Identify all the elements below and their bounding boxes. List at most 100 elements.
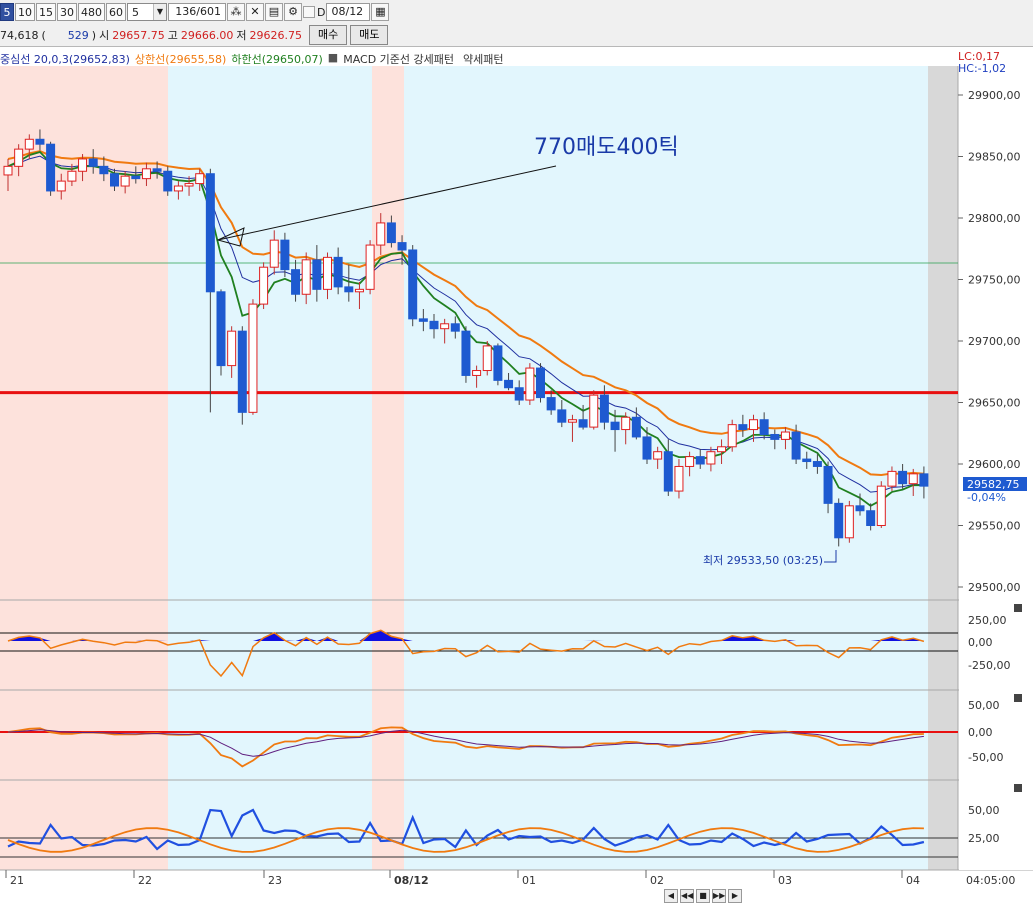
period-button[interactable]: 60 <box>106 3 126 21</box>
price-tick-label: 29550,00 <box>968 520 1021 533</box>
time-tick-label: 04 <box>906 874 920 887</box>
candle-body <box>14 148 24 167</box>
candle-body <box>812 461 822 467</box>
sell-button[interactable]: 매도 <box>350 25 389 45</box>
gear-icon[interactable]: ⚙ <box>284 3 302 21</box>
candle-body <box>216 291 226 367</box>
price-tick-label: 29800,00 <box>968 212 1021 225</box>
period-button[interactable]: 30 <box>57 3 77 21</box>
candle-body <box>163 170 173 192</box>
candle-body <box>301 259 311 295</box>
candle-body <box>674 465 684 492</box>
panel-close-icon <box>1014 694 1022 702</box>
candle-body <box>291 269 301 295</box>
rewind-icon[interactable]: ◀◀ <box>680 889 694 903</box>
time-tick-label: 22 <box>138 874 152 887</box>
candle-body <box>397 242 407 251</box>
candle-body <box>461 330 471 376</box>
buy-button[interactable]: 매수 <box>308 25 348 45</box>
open-value: 29657.75 <box>112 28 165 42</box>
candle-body <box>759 419 769 435</box>
candle-body <box>88 158 98 167</box>
period-buttons: 5 10 15 30 480 60 <box>0 3 126 21</box>
candle-body <box>344 286 354 293</box>
candle-body <box>440 323 450 330</box>
chart-area[interactable]: 29900,00 29850,00 29800,00 29750,00 29700,00… <box>0 47 1033 902</box>
price-tick-label: 29600,00 <box>968 458 1021 471</box>
candle-body <box>323 256 332 290</box>
period-button[interactable]: 480 <box>78 3 105 21</box>
candle-body <box>631 416 641 438</box>
candle-body <box>205 173 215 293</box>
candle-body <box>663 451 673 492</box>
candle-body <box>642 436 652 460</box>
price-prefix: 74,618 <box>0 28 39 42</box>
candle-body <box>727 424 737 448</box>
candle-body <box>173 185 183 192</box>
candle-body <box>887 470 897 487</box>
candle-body <box>237 330 247 413</box>
interval-select[interactable]: 5 ▼ <box>127 3 167 21</box>
candle-body <box>78 158 88 172</box>
current-change-label: -0,04% <box>967 491 1006 504</box>
indicator-legend: 중심선 20,0,3(29652,83) 상한선(29655,58) 하한선(2… <box>0 51 504 67</box>
candle-body <box>152 168 162 172</box>
candle-body <box>365 244 375 290</box>
time-tick-label: 01 <box>522 874 536 887</box>
stop-icon[interactable]: ■ <box>696 889 710 903</box>
candle-body <box>312 259 322 290</box>
period-button[interactable]: 5 <box>0 3 14 21</box>
price-chart[interactable]: 29900,00 29850,00 29800,00 29750,00 29700,00… <box>0 47 1033 902</box>
legend-lower-band: 하한선(29650,07) <box>231 53 323 66</box>
candle-body <box>141 168 151 180</box>
candle-body <box>493 345 503 381</box>
candle-body <box>525 367 535 401</box>
candle-body <box>589 394 599 428</box>
price-tick-label: 29850,00 <box>968 151 1021 164</box>
toolbar-row-top: 5 10 15 30 480 60 5 ▼ 136/601 ⁂ ✕ ▤ ⚙ D 08/12… <box>0 2 390 22</box>
price-tick-label: 29700,00 <box>968 335 1021 348</box>
scroll-left-icon[interactable]: ◀ <box>664 889 678 903</box>
date-checkbox-label: D <box>317 5 326 19</box>
panel1-tick-label: -250,00 <box>968 659 1010 672</box>
date-input[interactable]: 08/12 <box>326 3 371 21</box>
candle-body <box>557 409 567 423</box>
time-tick-label: 02 <box>650 874 664 887</box>
candle-body <box>56 180 66 192</box>
high-label: 고 <box>167 29 178 42</box>
time-tick-label: 04:05:00 <box>966 874 1015 887</box>
crosshair-icon[interactable]: ✕ <box>246 3 264 21</box>
chart-toolbar: 5 10 15 30 480 60 5 ▼ 136/601 ⁂ ✕ ▤ ⚙ D 08/12… <box>0 0 1033 47</box>
chevron-down-icon[interactable]: ▼ <box>153 4 166 20</box>
candle-body <box>653 451 663 460</box>
candle-body <box>610 421 620 431</box>
candle-body <box>195 173 205 185</box>
candle-settings-icon[interactable]: ⁂ <box>227 3 245 21</box>
panel2-tick-label: 0,00 <box>968 726 993 739</box>
interval-value: 5 <box>132 5 139 19</box>
date-checkbox[interactable] <box>303 6 315 18</box>
high-value: 29666.00 <box>180 28 234 42</box>
price-tick-label: 29750,00 <box>968 274 1021 287</box>
candle-body <box>536 367 545 399</box>
save-icon[interactable]: ▤ <box>265 3 283 21</box>
period-button[interactable]: 10 <box>15 3 35 21</box>
calendar-icon[interactable]: ▦ <box>371 3 390 21</box>
candle-body <box>876 485 886 527</box>
scroll-right-icon[interactable]: ▶ <box>728 889 742 903</box>
candle-body <box>717 446 727 453</box>
period-button[interactable]: 15 <box>36 3 56 21</box>
annotation-label: 770매도400틱 <box>534 135 679 160</box>
candle-body <box>227 330 237 367</box>
candle-body <box>908 473 918 485</box>
candle-body <box>259 266 269 305</box>
panel3-tick-label: 25,00 <box>968 832 1000 845</box>
price-tick-label: 29650,00 <box>968 397 1021 410</box>
fast-forward-icon[interactable]: ▶▶ <box>712 889 726 903</box>
candle-body <box>855 505 865 512</box>
price-tick-label: 29500,00 <box>968 581 1021 594</box>
candle-body <box>780 431 790 440</box>
candle-body <box>823 465 833 504</box>
candle-body <box>898 470 908 485</box>
date-toggle[interactable]: D <box>303 6 325 19</box>
